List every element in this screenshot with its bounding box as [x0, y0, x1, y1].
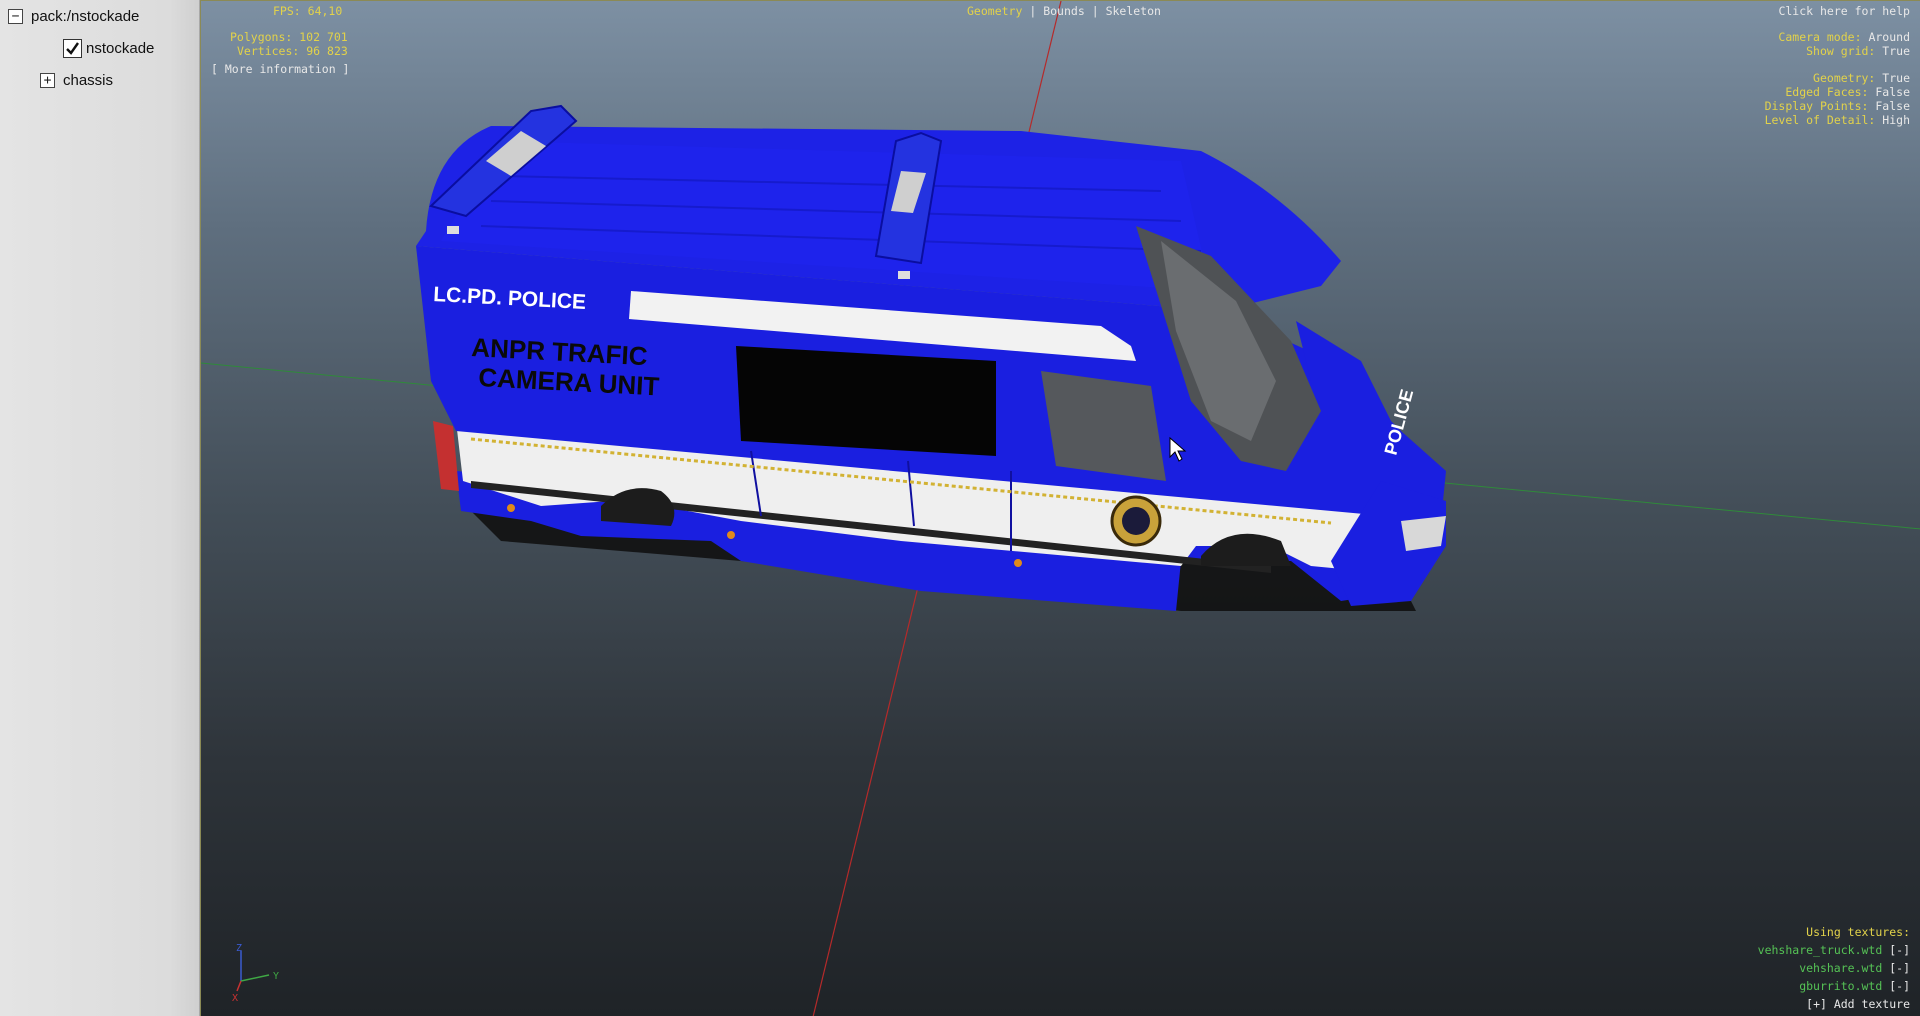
- scene-canvas[interactable]: LC.PD. POLICE ANPR TRAFIC CAMERA UNIT PO…: [201, 1, 1920, 1016]
- tab-geometry[interactable]: Geometry: [967, 4, 1022, 18]
- tree-item-root[interactable]: − pack:/nstockade: [8, 5, 139, 27]
- collapse-icon[interactable]: −: [8, 8, 23, 24]
- texture-row: vehshare_truck.wtd [-]: [1758, 943, 1910, 957]
- help-link[interactable]: Click here for help: [1778, 4, 1910, 18]
- camera-mode-setting[interactable]: Camera mode: Around: [1778, 30, 1910, 44]
- 3d-viewport[interactable]: LC.PD. POLICE ANPR TRAFIC CAMERA UNIT PO…: [200, 0, 1920, 1016]
- model-tree-panel: − pack:/nstockade nstockade + chassis: [0, 0, 200, 1016]
- tab-skeleton[interactable]: Skeleton: [1106, 4, 1161, 18]
- remove-texture-button[interactable]: [-]: [1889, 961, 1910, 975]
- level-of-detail-setting[interactable]: Level of Detail: High: [1765, 113, 1910, 127]
- fps-readout: FPS: 64,10: [273, 4, 343, 18]
- view-mode-tabs: Geometry | Bounds | Skeleton: [967, 4, 1161, 18]
- polygons-readout: Polygons: 102 701: [230, 30, 348, 44]
- display-points-setting[interactable]: Display Points: False: [1765, 99, 1910, 113]
- more-information-link[interactable]: [ More information ]: [211, 62, 349, 76]
- tree-item-chassis[interactable]: + chassis: [40, 69, 113, 91]
- tree-item-nstockade[interactable]: nstockade: [63, 37, 154, 59]
- tree-item-nstockade-label: nstockade: [86, 39, 155, 57]
- texture-name: vehshare_truck.wtd: [1757, 943, 1883, 957]
- texture-row: vehshare.wtd [-]: [1799, 961, 1910, 975]
- expand-icon[interactable]: +: [40, 72, 55, 88]
- texture-name: vehshare.wtd: [1799, 961, 1883, 975]
- texture-row: gburrito.wtd [-]: [1799, 979, 1910, 993]
- add-texture-button[interactable]: [+] Add texture: [1806, 997, 1910, 1011]
- texture-name: gburrito.wtd: [1799, 979, 1883, 993]
- axis-y-label: Y: [273, 971, 279, 982]
- edged-faces-setting[interactable]: Edged Faces: False: [1785, 85, 1910, 99]
- tree-item-root-label: pack:/nstockade: [31, 7, 140, 25]
- vertices-readout: Vertices: 96 823: [237, 44, 348, 58]
- tree-item-chassis-label: chassis: [63, 71, 114, 89]
- remove-texture-button[interactable]: [-]: [1889, 979, 1910, 993]
- tab-bounds[interactable]: Bounds: [1043, 4, 1085, 18]
- police-van-model: LC.PD. POLICE ANPR TRAFIC CAMERA UNIT PO…: [416, 104, 1446, 611]
- remove-texture-button[interactable]: [-]: [1889, 943, 1910, 957]
- axis-z-label: Z: [236, 943, 242, 954]
- checkmark-icon: [66, 41, 79, 55]
- visibility-checkbox[interactable]: [63, 38, 82, 58]
- axis-gizmo: Z Y X: [232, 943, 279, 1004]
- using-textures-label: Using textures:: [1806, 925, 1910, 939]
- geometry-setting[interactable]: Geometry: True: [1813, 71, 1910, 85]
- show-grid-setting[interactable]: Show grid: True: [1806, 44, 1910, 58]
- axis-x-label: X: [232, 993, 238, 1004]
